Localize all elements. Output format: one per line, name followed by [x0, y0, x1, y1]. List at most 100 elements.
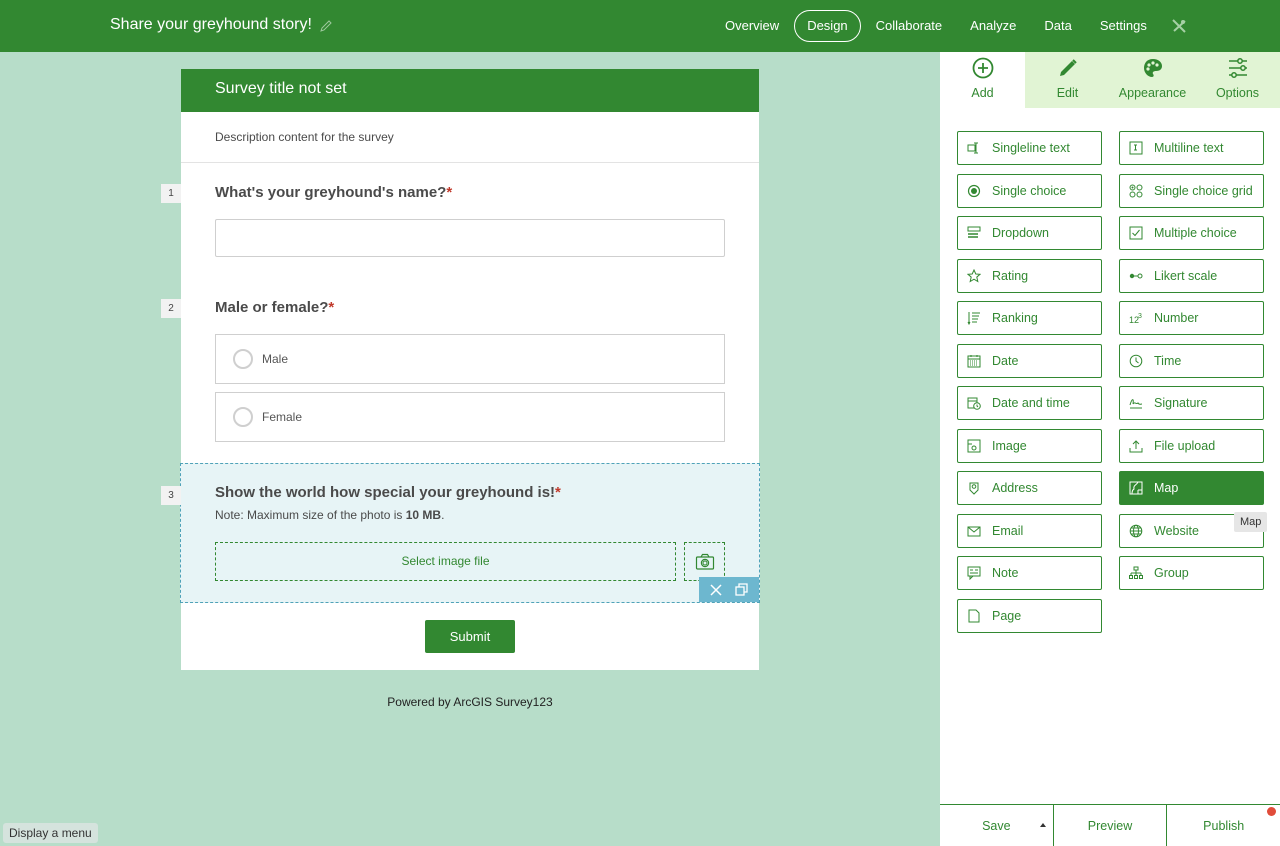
nav-design[interactable]: Design: [794, 10, 861, 42]
question-label[interactable]: What's your greyhound's name?*: [215, 184, 452, 201]
question-label[interactable]: Male or female?*: [215, 299, 334, 316]
multiline-text-icon: [1129, 141, 1143, 155]
question-type-label: Email: [992, 523, 1024, 538]
add-rating-button[interactable]: Rating: [957, 258, 1102, 293]
survey-description[interactable]: Description content for the survey: [181, 112, 759, 163]
display-menu-hint[interactable]: Display a menu: [3, 823, 98, 843]
survey-title[interactable]: Survey title not set: [181, 69, 759, 112]
pencil-icon: [1059, 59, 1077, 76]
submit-button[interactable]: Submit: [425, 620, 515, 653]
add-signature-button[interactable]: Signature: [1119, 386, 1264, 420]
add-note-button[interactable]: Note: [957, 556, 1102, 590]
select-image-button[interactable]: Select image file: [215, 542, 676, 581]
question-number: 3: [161, 486, 181, 505]
question-label[interactable]: Show the world how special your greyhoun…: [215, 484, 561, 501]
caret-up-icon[interactable]: [1039, 823, 1046, 827]
tab-label: Options: [1215, 86, 1260, 100]
required-marker: *: [555, 484, 561, 501]
question-type-label: Page: [992, 608, 1022, 623]
required-marker: *: [328, 299, 335, 316]
tab-appearance[interactable]: Appearance: [1110, 52, 1195, 108]
add-image-button[interactable]: Image: [957, 428, 1102, 463]
pencil-icon[interactable]: [318, 18, 334, 34]
duplicate-icon: [735, 583, 748, 596]
preview-button[interactable]: Preview: [1054, 805, 1168, 846]
add-number-button[interactable]: 12 3 Number: [1119, 301, 1264, 335]
question-type-grid: Singleline text Multiline text Single choi…: [957, 131, 1264, 633]
add-dropdown-button[interactable]: Dropdown: [957, 216, 1102, 250]
question-type-label: Address: [992, 481, 1038, 495]
delete-question-button[interactable]: [710, 583, 722, 596]
question-type-label: Dropdown: [992, 226, 1049, 240]
palette-icon: [1143, 59, 1162, 77]
add-ranking-button[interactable]: Ranking: [957, 301, 1102, 335]
question-number: 1: [161, 184, 181, 203]
question-type-label: Group: [1154, 566, 1189, 580]
add-date-and-time-button[interactable]: Date and time: [957, 386, 1102, 420]
nav-collaborate[interactable]: Collaborate: [863, 10, 956, 42]
close-icon: [710, 583, 722, 596]
camera-icon: [695, 553, 714, 570]
question-text: Show the world how special your greyhoun…: [215, 484, 556, 501]
nav-data[interactable]: Data: [1031, 10, 1084, 42]
add-multiple-choice-button[interactable]: Multiple choice: [1119, 216, 1264, 250]
clock-icon: [1129, 354, 1143, 367]
map-icon: [1129, 481, 1143, 495]
tools-icon[interactable]: [1170, 17, 1188, 35]
question-type-label: Time: [1154, 353, 1182, 368]
greyhound-name-input[interactable]: [215, 219, 725, 257]
question-type-label: Website: [1154, 523, 1199, 538]
add-page-button[interactable]: Page: [957, 598, 1102, 633]
design-panel: Add Edit Appearance Options Singleline t…: [940, 52, 1280, 846]
question-type-label: Rating: [992, 268, 1029, 283]
powered-by: Powered by ArcGIS Survey123: [387, 695, 553, 709]
question-type-label: Map: [1154, 481, 1179, 495]
question-text: Male or female?: [215, 299, 329, 316]
nav-settings[interactable]: Settings: [1087, 10, 1160, 42]
add-group-button[interactable]: Group: [1119, 556, 1264, 590]
add-file-upload-button[interactable]: File upload: [1119, 428, 1264, 463]
question-type-label: Single choice: [992, 183, 1067, 198]
radio-option-female[interactable]: Female: [215, 392, 725, 442]
add-email-button[interactable]: Email: [957, 513, 1102, 548]
panel-tabs: Add Edit Appearance Options: [940, 52, 1280, 108]
question-type-label: Multiline text: [1154, 141, 1224, 155]
add-multiline-text-button[interactable]: Multiline text: [1119, 131, 1264, 165]
add-map-button[interactable]: Map: [1119, 471, 1264, 505]
add-single-choice-grid-button[interactable]: Single choice grid: [1119, 173, 1264, 208]
duplicate-question-button[interactable]: [735, 583, 748, 596]
calendar-icon: [967, 354, 981, 367]
save-button[interactable]: Save: [940, 805, 1054, 846]
selected-question[interactable]: 3 Show the world how special your greyho…: [161, 463, 760, 603]
question-type-label: Number: [1154, 311, 1199, 325]
add-time-button[interactable]: Time: [1119, 343, 1264, 378]
tab-add[interactable]: Add: [940, 52, 1025, 108]
group-icon: [1129, 566, 1143, 579]
radio-icon: [233, 349, 253, 369]
tooltip: Map: [1234, 512, 1268, 532]
camera-button[interactable]: [684, 542, 725, 581]
number-icon: 123: [1129, 313, 1142, 325]
likert-icon: [1129, 273, 1143, 278]
calendar-clock-icon: [967, 397, 981, 410]
question-text: What's your greyhound's name?: [215, 184, 447, 201]
add-single-choice-button[interactable]: Single choice: [957, 173, 1102, 208]
add-likert-scale-button[interactable]: Likert scale: [1119, 258, 1264, 293]
question-type-label: Note: [992, 566, 1019, 580]
add-date-button[interactable]: Date: [957, 343, 1102, 378]
ranking-icon: [967, 312, 980, 325]
preview-label: Preview: [1087, 818, 1133, 833]
tab-options[interactable]: Options: [1195, 52, 1280, 108]
nav-overview[interactable]: Overview: [712, 10, 792, 42]
top-bar: Share your greyhound story! Overview Des…: [0, 0, 1280, 52]
nav-analyze[interactable]: Analyze: [957, 10, 1029, 42]
question-type-label: Date and time: [992, 396, 1070, 410]
add-address-button[interactable]: Address: [957, 471, 1102, 505]
add-singleline-text-button[interactable]: Singleline text: [957, 131, 1102, 165]
signature-icon: [1129, 399, 1143, 409]
radio-option-male[interactable]: Male: [215, 334, 725, 384]
publish-button[interactable]: Publish: [1167, 805, 1280, 846]
question-type-label: File upload: [1154, 438, 1216, 453]
singleline-text-icon: [967, 142, 978, 154]
tab-edit[interactable]: Edit: [1025, 52, 1110, 108]
